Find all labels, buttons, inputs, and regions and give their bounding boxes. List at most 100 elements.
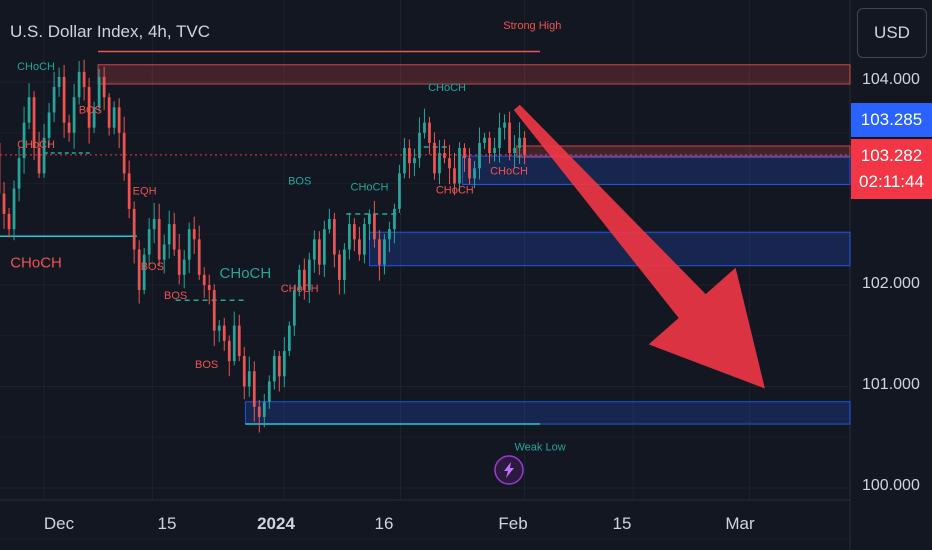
candle-body [147,229,151,255]
candle-body [478,142,481,169]
candle-body [117,107,121,133]
time-tick: 2024 [257,514,295,533]
countdown-label: 02:11:44 [859,172,924,191]
candle-body [197,239,201,275]
time-tick: 16 [374,514,394,533]
candle-body [403,147,406,174]
annotation-label: BOS [288,176,311,188]
candle-body [513,147,516,154]
candle-body [277,356,281,377]
annotation-label: CHoCH [490,165,528,177]
candle-body [508,122,511,154]
price-tick: 104.000 [862,71,920,88]
candle-body [393,208,396,230]
candle-body [458,147,461,184]
supply-zone [97,64,851,85]
candle-body [212,290,216,331]
candle-body [152,219,156,230]
candle-body [292,290,296,326]
candle-body [97,76,101,108]
candle-body [408,147,411,164]
candle-body [433,142,436,174]
candle-body [463,147,466,159]
demand-zone [244,401,851,425]
candle-body [82,71,86,88]
candle-body [47,112,51,138]
annotation-label: BOS [195,359,218,371]
annotation-label: BOS [141,261,164,273]
candle-body [62,76,66,123]
candle-body [187,229,191,260]
candle-body [217,325,221,331]
currency-button[interactable]: USD [857,8,927,58]
last-price-badge: 103.282 02:11:44 [851,139,932,199]
candle-body [207,285,211,291]
candle-body [453,168,456,184]
annotation-label: Strong High [503,20,561,32]
candle-body [102,76,106,98]
candle-body [272,356,276,382]
lightning-icon[interactable] [494,455,524,485]
candle-body [423,122,426,133]
candle-body [17,158,21,189]
candle-body [358,239,361,255]
annotation-label: CHoCH [10,255,62,272]
candle-body [57,76,61,88]
candle-body [267,381,271,402]
candle-body [327,219,331,230]
price-tick: 100.000 [862,477,920,494]
candle-body [438,153,441,174]
candle-body [242,356,246,387]
candle-body [2,193,6,214]
candle-body [398,173,401,209]
candle-body [7,213,11,230]
candle-body [177,249,181,275]
candle-body [237,325,241,357]
candle-body [488,137,491,154]
candle-body [252,371,256,407]
candle-body [348,224,351,250]
candle-body [227,340,231,362]
candle-body [52,87,56,113]
price-chart[interactable]: Strong High Weak Low CHoCH BOS CHoCH CHoCH EQH… [0,0,932,550]
annotation-label: CHoCH [281,283,319,295]
candle-body [383,239,386,265]
current-price-badge: 103.285 [851,103,932,137]
candle-body [157,219,161,260]
annotation-label: CHoCH [428,82,466,94]
candle-body [122,132,126,174]
candle-body [498,127,501,148]
candle-body [77,71,81,98]
candle-body [282,350,286,377]
annotation-label: CHoCH [436,185,474,197]
candle-body [322,229,326,265]
candle-body [418,132,421,159]
time-tick: Mar [725,514,755,533]
candle-body [107,97,111,128]
annotation-label: BOS [79,104,102,116]
candle-body [378,239,381,265]
candle-body [72,97,76,133]
candle-body [257,406,261,417]
candle-body [523,137,526,156]
candle-body [363,224,366,255]
candle-body [518,137,521,148]
chart-title: U.S. Dollar Index, 4h, TVC [10,22,210,41]
annotation-label: CHoCH [17,61,55,73]
annotation-label: CHoCH [17,139,55,151]
candle-body [353,224,356,240]
candle-body [473,168,476,179]
candle-body [172,224,176,250]
candle-body [287,325,291,351]
annotation-label: CHoCH [220,265,272,282]
price-tick: 101.000 [862,376,920,393]
annotation-label: EQH [133,186,157,198]
candle-body [37,147,41,174]
candle-body [162,244,166,260]
candle-body [343,249,346,280]
time-tick: 15 [612,514,632,533]
candle-body [232,325,236,362]
candle-body [167,224,171,245]
candle-body [443,153,446,159]
annotation-label: BOS [164,290,187,302]
